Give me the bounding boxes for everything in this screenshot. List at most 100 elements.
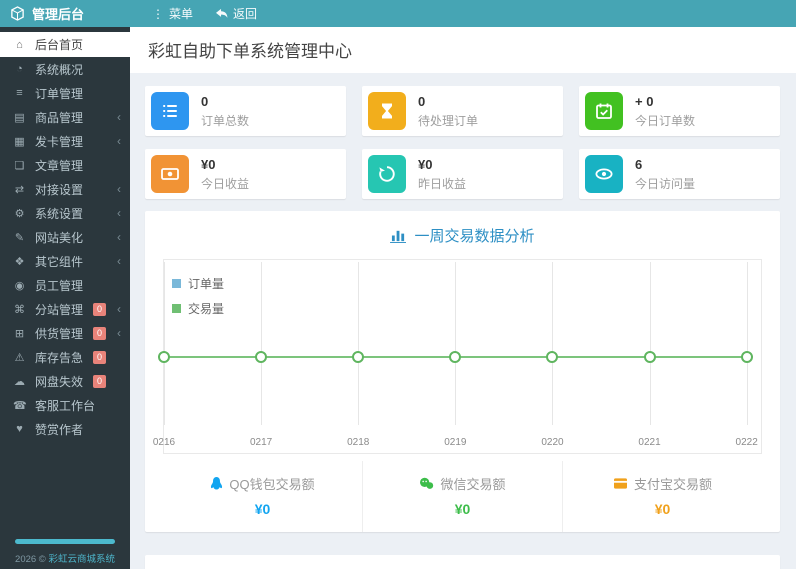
- chart-legend: 订单量 交易量: [172, 275, 224, 325]
- sidebar-footer: 2026 © 彩虹云商城系统: [0, 539, 130, 565]
- sidebar-item-staff[interactable]: ◉ 员工管理: [0, 273, 130, 297]
- alipay-card-icon: [613, 477, 628, 490]
- chevron-left-icon: ‹: [117, 206, 121, 220]
- sidebar-item-integration[interactable]: ⇄ 对接设置 ‹: [0, 177, 130, 201]
- page-header: 彩虹自助下单系统管理中心: [130, 27, 796, 73]
- sidebar: ⌂ 后台首页 ◔ 系统概况 ≡ 订单管理 ▤ 商品管理 ‹ ▦ 发卡管理 ‹ ❏ 文章管理 ⇄ 对接设置 ‹ ⚙ 系…: [0, 27, 130, 569]
- pencil-icon: ✎: [14, 231, 25, 244]
- count-badge: 0: [93, 302, 107, 316]
- x-tick-label: 0219: [444, 437, 467, 448]
- stat-label: 今日订单数: [635, 113, 696, 128]
- banknote-icon: [151, 155, 189, 193]
- sidebar-item-articles[interactable]: ❏ 文章管理: [0, 153, 130, 177]
- stat-value: ¥0: [201, 156, 216, 172]
- chevron-left-icon: ‹: [117, 326, 121, 340]
- stat-card-today-orders: + 0 今日订单数: [579, 86, 780, 136]
- weekly-trade-panel: 一周交易数据分析 订单量 交易量 0216 0217 0218 0219 0220 022…: [145, 211, 780, 532]
- wechat-total: 微信交易额 ¥0: [362, 461, 562, 532]
- hourglass-icon: [368, 92, 406, 130]
- sidebar-item-other-components[interactable]: ❖ 其它组件 ‹: [0, 249, 130, 273]
- brand-logo[interactable]: 管理后台: [0, 4, 140, 23]
- stat-label: 今日访问量: [635, 176, 696, 191]
- stats-grid: 0 订单总数 0 待处理订单 + 0 今日订单数 ¥0 今日收益 ¥0 昨日收益…: [145, 86, 780, 199]
- gridline: [455, 262, 457, 425]
- sidebar-item-system-settings[interactable]: ⚙ 系统设置 ‹: [0, 201, 130, 225]
- topbar: 管理后台 ⋮ 菜单 返回: [0, 0, 796, 27]
- footer-brand-link[interactable]: 彩虹云商城系统: [48, 554, 115, 565]
- sidebar-item-support-desk[interactable]: ☎ 客服工作台: [0, 393, 130, 417]
- history-icon: [368, 155, 406, 193]
- goods-icon: ▤: [14, 111, 25, 124]
- order-list-icon: [151, 92, 189, 130]
- grid-icon: ▦: [14, 135, 25, 148]
- gridline: [649, 262, 651, 425]
- bar-chart-icon: [390, 228, 407, 243]
- gridline: [164, 262, 165, 425]
- home-icon: ⌂: [16, 38, 23, 51]
- sidebar-item-home[interactable]: ⌂ 后台首页: [0, 32, 130, 57]
- sidebar-item-products[interactable]: ▤ 商品管理 ‹: [0, 105, 130, 129]
- chevron-left-icon: ‹: [117, 134, 121, 148]
- sidebar-menu: ⌂ 后台首页 ◔ 系统概况 ≡ 订单管理 ▤ 商品管理 ‹ ▦ 发卡管理 ‹ ❏ 文章管理 ⇄ 对接设置 ‹ ⚙ 系…: [0, 27, 130, 441]
- menu-button[interactable]: ⋮ 菜单: [152, 5, 193, 22]
- content: 0 订单总数 0 待处理订单 + 0 今日订单数 ¥0 今日收益 ¥0 昨日收益…: [130, 73, 796, 569]
- back-button[interactable]: 返回: [215, 5, 257, 22]
- sidebar-item-donate[interactable]: ♥ 赞赏作者: [0, 417, 130, 441]
- sidebar-item-netdisk-invalid[interactable]: ☁ 网盘失效 0: [0, 369, 130, 393]
- count-badge: 0: [93, 350, 107, 364]
- x-tick-label: 0220: [541, 437, 564, 448]
- sidebar-item-suppliers[interactable]: ⊞ 供货管理 0 ‹: [0, 321, 130, 345]
- stat-card-today-visits: 6 今日访问量: [579, 149, 780, 199]
- page-title: 彩虹自助下单系统管理中心: [148, 42, 352, 61]
- chevron-left-icon: ‹: [117, 182, 121, 196]
- alipay-total: 支付宝交易额 ¥0: [562, 461, 762, 532]
- sidebar-item-substations[interactable]: ⌘ 分站管理 0 ‹: [0, 297, 130, 321]
- stat-label: 待处理订单: [418, 113, 479, 128]
- data-point-marker: [255, 351, 268, 363]
- count-badge: 0: [93, 374, 107, 388]
- chevron-left-icon: ‹: [117, 230, 121, 244]
- data-point-marker: [158, 351, 170, 363]
- stat-label: 订单总数: [201, 113, 250, 128]
- qq-icon: [210, 476, 223, 491]
- data-point-marker: [352, 351, 365, 363]
- chevron-left-icon: ‹: [117, 110, 121, 124]
- x-tick-label: 0221: [638, 437, 661, 448]
- stat-label: 昨日收益: [418, 176, 467, 191]
- diamond-icon: ❖: [14, 255, 25, 268]
- supply-icon: ⊞: [14, 327, 25, 340]
- menu-button-label: 菜单: [169, 7, 194, 21]
- stat-value: 0: [418, 93, 426, 109]
- back-arrow-icon: [215, 8, 228, 19]
- swap-icon: ⇄: [14, 183, 25, 196]
- menu-dots-icon: ⋮: [152, 6, 164, 21]
- sidebar-item-overview[interactable]: ◔ 系统概况: [0, 57, 130, 81]
- alipay-value: ¥0: [654, 501, 671, 517]
- qq-wallet-value: ¥0: [254, 501, 271, 517]
- sitemap-icon: ⌘: [14, 303, 25, 316]
- cloud-icon: ☁: [14, 375, 25, 388]
- sidebar-item-orders[interactable]: ≡ 订单管理: [0, 81, 130, 105]
- topbar-actions: ⋮ 菜单 返回: [140, 5, 257, 22]
- footer-progress-bar: [15, 539, 115, 544]
- qq-wallet-total: QQ钱包交易额 ¥0: [163, 461, 362, 532]
- sidebar-item-card-issue[interactable]: ▦ 发卡管理 ‹: [0, 129, 130, 153]
- sidebar-item-stock-alert[interactable]: ⚠ 库存告急 0: [0, 345, 130, 369]
- sidebar-item-site-beautify[interactable]: ✎ 网站美化 ‹: [0, 225, 130, 249]
- stat-label: 今日收益: [201, 176, 250, 191]
- legend-item-trades: 交易量: [172, 300, 224, 317]
- stat-value: 0: [201, 93, 209, 109]
- cube-icon: [10, 6, 25, 21]
- chevron-left-icon: ‹: [117, 302, 121, 316]
- gridline: [261, 262, 263, 425]
- doc-icon: ❏: [14, 159, 25, 172]
- heart-icon: ♥: [16, 423, 23, 435]
- weekly-visits-panel: 一周访问统计: [145, 555, 780, 569]
- chevron-left-icon: ‹: [117, 254, 121, 268]
- weekly-trade-title: 一周交易数据分析: [163, 225, 762, 246]
- gridline: [358, 262, 360, 425]
- gauge-icon: ◔: [16, 63, 23, 75]
- data-point-marker: [449, 351, 462, 363]
- main-area: 彩虹自助下单系统管理中心 0 订单总数 0 待处理订单 + 0 今日订单数 ¥0…: [130, 27, 796, 569]
- footer-copyright: 2026 ©: [15, 554, 46, 565]
